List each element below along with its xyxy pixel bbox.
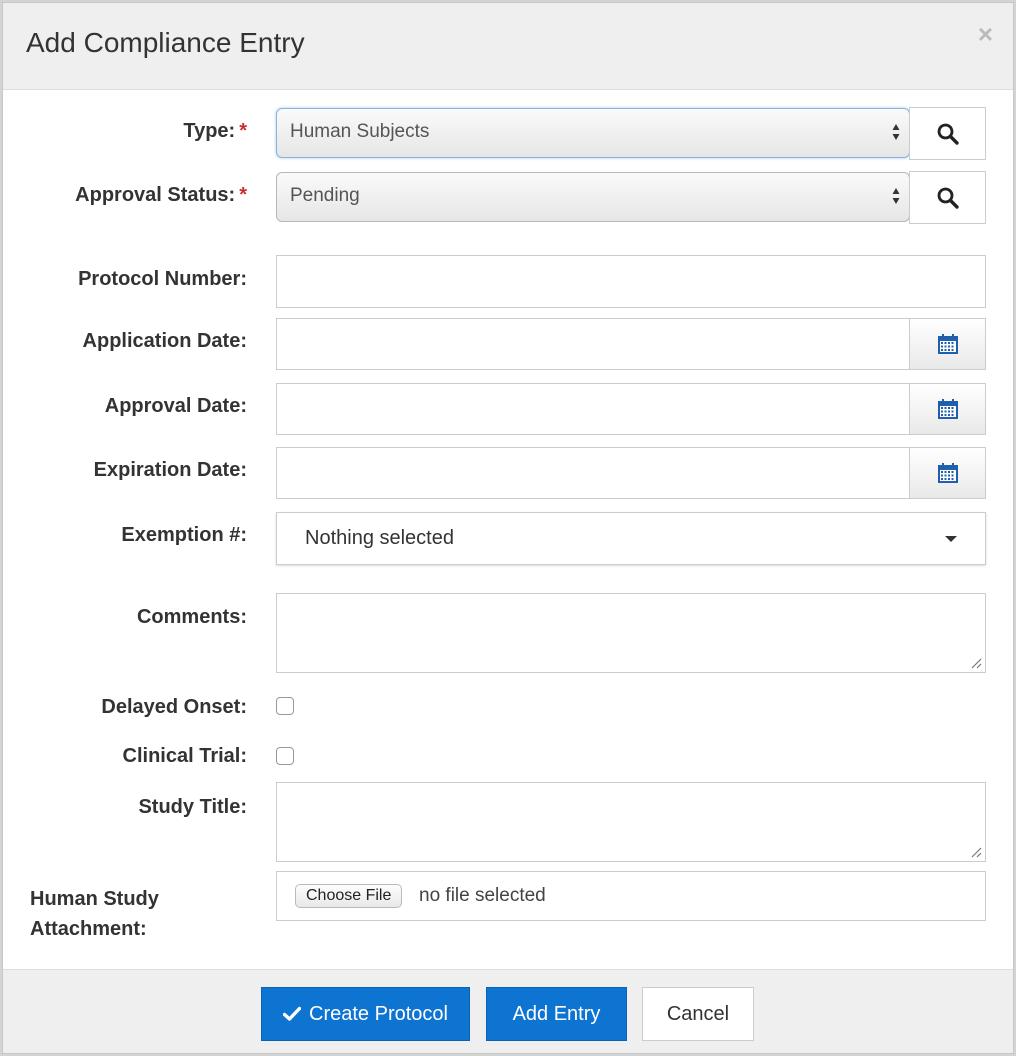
search-icon	[937, 123, 959, 145]
close-icon[interactable]: ×	[978, 21, 993, 47]
type-label: Type: *	[183, 120, 247, 143]
add-compliance-dialog: Add Compliance Entry × Type: * Human Subj…	[2, 2, 1014, 1054]
expiration-date-calendar-button[interactable]	[909, 447, 986, 499]
application-date-label: Application Date:	[82, 330, 247, 352]
application-date-calendar-button[interactable]	[909, 318, 986, 370]
approval-status-search-button[interactable]	[909, 171, 986, 224]
check-icon	[283, 1006, 302, 1021]
caret-down-icon	[945, 536, 957, 542]
choose-file-button[interactable]: Choose File	[295, 884, 403, 908]
expiration-date-label: Expiration Date:	[93, 459, 247, 481]
comments-label: Comments:	[136, 606, 247, 628]
calendar-icon	[937, 334, 958, 354]
required-marker: *	[239, 184, 247, 206]
add-entry-button[interactable]: Add Entry	[486, 987, 627, 1041]
create-protocol-label: Create Protocol	[309, 1002, 448, 1025]
exemption-value: Nothing selected	[305, 527, 454, 549]
clinical-trial-label: Clinical Trial:	[122, 745, 247, 767]
type-search-button[interactable]	[909, 107, 986, 160]
exemption-label: Exemption #:	[121, 524, 247, 546]
dialog-title: Add Compliance Entry	[26, 27, 305, 58]
calendar-icon	[937, 463, 958, 483]
attachment-label: Human Study Attachment:	[30, 884, 159, 944]
exemption-dropdown[interactable]: Nothing selected	[276, 512, 986, 565]
cancel-button[interactable]: Cancel	[642, 987, 754, 1041]
attachment-label-line1: Human Study	[30, 888, 159, 910]
type-select[interactable]: Human Subjects	[276, 108, 910, 158]
comments-textarea[interactable]	[276, 593, 986, 673]
clinical-trial-checkbox[interactable]	[276, 747, 294, 765]
resize-grip-icon[interactable]	[970, 657, 982, 669]
approval-status-label: Approval Status: *	[75, 184, 247, 207]
approval-date-calendar-button[interactable]	[909, 383, 986, 435]
add-entry-label: Add Entry	[512, 1002, 601, 1025]
select-arrows-icon	[892, 124, 900, 140]
approval-status-select[interactable]: Pending	[276, 172, 910, 222]
dialog-footer: Create Protocol Add Entry Cancel	[3, 969, 1013, 1053]
approval-status-value: Pending	[290, 185, 360, 206]
select-arrows-icon	[892, 188, 900, 204]
required-marker: *	[239, 120, 247, 142]
approval-date-label: Approval Date:	[104, 395, 247, 417]
delayed-onset-checkbox[interactable]	[276, 697, 294, 715]
attachment-file-input: Choose File no file selected	[276, 871, 986, 921]
protocol-number-label: Protocol Number:	[78, 268, 247, 290]
type-label-text: Type:	[183, 120, 236, 142]
delayed-onset-label: Delayed Onset:	[101, 696, 247, 718]
type-select-value: Human Subjects	[290, 121, 430, 142]
file-status-text: no file selected	[419, 885, 546, 906]
approval-status-label-text: Approval Status:	[75, 184, 236, 206]
attachment-label-line2: Attachment:	[30, 918, 147, 940]
expiration-date-input[interactable]	[276, 447, 910, 499]
application-date-input[interactable]	[276, 318, 910, 370]
resize-grip-icon[interactable]	[970, 846, 982, 858]
cancel-label: Cancel	[666, 1002, 730, 1025]
dialog-header: Add Compliance Entry ×	[3, 3, 1013, 90]
search-icon	[937, 187, 959, 209]
create-protocol-button[interactable]: Create Protocol	[261, 987, 470, 1041]
protocol-number-input[interactable]	[276, 255, 986, 308]
approval-date-input[interactable]	[276, 383, 910, 435]
study-title-textarea[interactable]	[276, 782, 986, 862]
study-title-label: Study Title:	[138, 796, 247, 818]
calendar-icon	[937, 399, 958, 419]
